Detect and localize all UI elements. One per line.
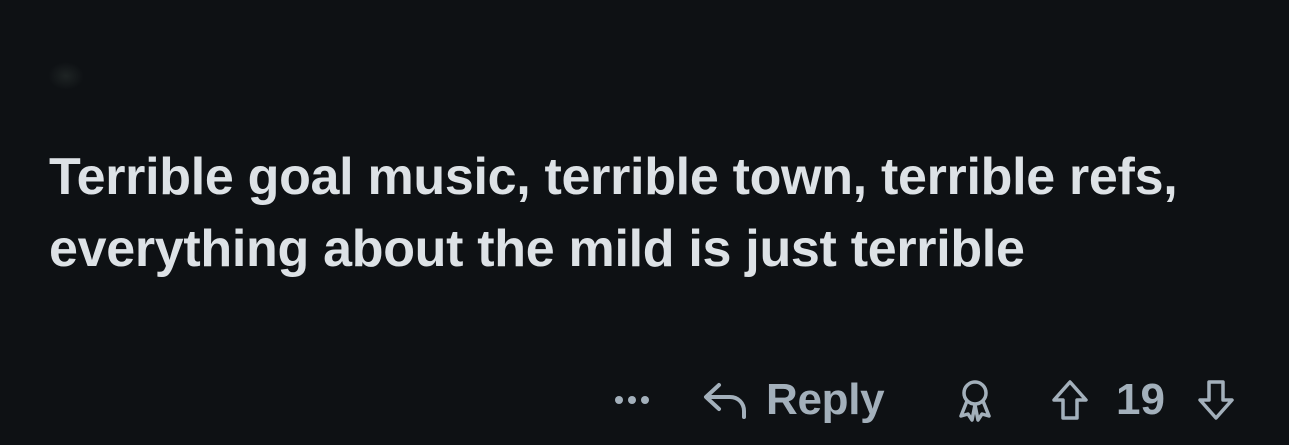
comment-body: Terrible goal music, terrible town, terr… [49, 148, 1178, 278]
comment-actions-bar: Reply 19 [0, 372, 1289, 430]
vote-score: 19 [1116, 375, 1165, 424]
downvote-arrow-icon [1198, 380, 1234, 420]
avatar[interactable] [48, 62, 84, 90]
downvote-button[interactable] [1192, 376, 1240, 424]
upvote-button[interactable] [1046, 376, 1094, 424]
more-options-button[interactable] [608, 378, 656, 422]
reply-label: Reply [766, 375, 885, 424]
reply-button[interactable]: Reply [702, 375, 885, 424]
comment-card: Terrible goal music, terrible town, terr… [0, 0, 1289, 445]
award-icon [959, 380, 991, 422]
upvote-arrow-icon [1052, 380, 1088, 420]
award-button[interactable] [950, 376, 1000, 424]
ellipsis-icon [615, 396, 649, 404]
reply-arrow-icon [704, 383, 746, 419]
